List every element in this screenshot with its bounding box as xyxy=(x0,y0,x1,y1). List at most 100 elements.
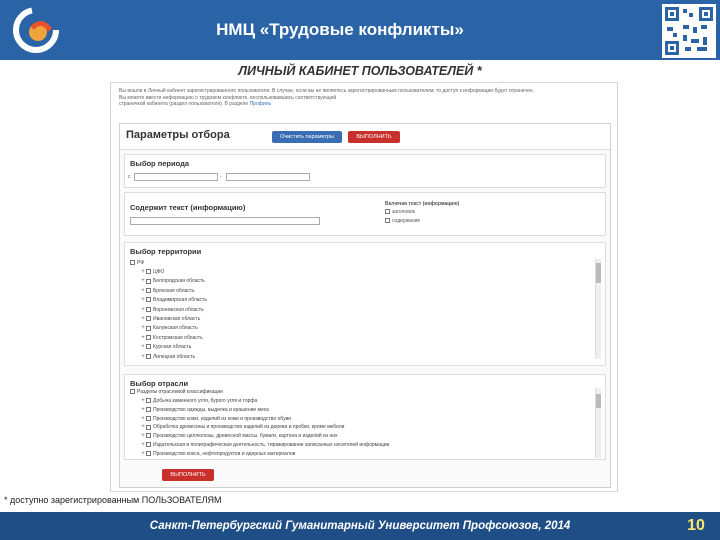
territory-item[interactable]: + Курская область xyxy=(140,343,191,352)
tree-root-label: РФ xyxy=(137,260,145,266)
industry-checkbox[interactable] xyxy=(146,424,151,430)
industry-item[interactable]: + Производство одежды, выделка и крашение… xyxy=(140,406,269,415)
territory-label: ЦФО xyxy=(153,269,165,275)
industry-label: Производство кожи, изделий из кожи и про… xyxy=(153,415,292,422)
industry-checkbox[interactable] xyxy=(146,433,151,439)
industry-item[interactable]: + Издательская и полиграфическая деятельн… xyxy=(140,441,389,450)
industry-checkbox[interactable] xyxy=(146,442,151,448)
industry-item[interactable]: + Производство кожи, изделий из кожи и пр… xyxy=(140,415,291,424)
option-title: заголовок xyxy=(385,209,415,215)
territory-tree: РФ + ЦФО + Белгородская область + Брянская об… xyxy=(130,259,590,363)
tree-root[interactable]: РФ xyxy=(130,259,144,268)
territory-item[interactable]: + Владимирская область xyxy=(140,296,207,305)
text-search-input[interactable] xyxy=(130,217,320,225)
industry-root[interactable]: Разделы отраслевой классификации xyxy=(130,388,223,397)
territory-checkbox[interactable] xyxy=(146,306,151,312)
title-checkbox-label: заголовок xyxy=(392,209,415,215)
period-title: Выбор периода xyxy=(130,159,190,168)
run-button-bottom[interactable]: ВЫПОЛНИТЬ xyxy=(162,469,214,481)
university-logo-icon xyxy=(13,7,59,53)
territory-checkbox[interactable] xyxy=(146,316,151,322)
period-to-input[interactable] xyxy=(226,173,310,181)
territory-label: Ивановская область xyxy=(153,316,201,322)
intro-line-text: страничкой кабинета (раздел пользователя… xyxy=(119,101,249,108)
slide-footer: Санкт-Петербургский Гуманитарный Универс… xyxy=(0,512,720,540)
industry-label: Производство одежды, выделка и крашение … xyxy=(153,406,269,413)
access-note: * доступно зарегистрированным ПОЛЬЗОВАТЕ… xyxy=(4,495,222,505)
industry-title: Выбор отрасли xyxy=(130,379,189,388)
industry-checkbox[interactable] xyxy=(146,398,151,404)
industry-label: Производство кокса, нефтепродуктов и яде… xyxy=(153,450,296,457)
territory-scrollbar[interactable] xyxy=(595,259,601,359)
filter-panel-header: Параметры отбора Очистить параметры ВЫПО… xyxy=(120,124,610,150)
profile-link[interactable]: Профиль xyxy=(250,101,272,107)
include-text-label: Включая текст (информацию) xyxy=(385,201,460,207)
content-checkbox[interactable] xyxy=(385,218,390,224)
title-checkbox[interactable] xyxy=(385,209,390,215)
industry-scrollbar[interactable] xyxy=(595,388,601,458)
period-section: Выбор периода с - xyxy=(124,154,606,188)
territory-item[interactable]: + Липецкая область xyxy=(140,353,195,362)
from-label: с xyxy=(128,174,131,180)
cabinet-title: ЛИЧНЫЙ КАБИНЕТ ПОЛЬЗОВАТЕЛЕЙ * xyxy=(238,64,482,78)
territory-label: Владимирская область xyxy=(153,297,207,304)
filter-panel-title: Параметры отбора xyxy=(126,129,230,141)
territory-checkbox[interactable] xyxy=(146,344,151,350)
territory-item[interactable]: + Ивановская область xyxy=(140,315,200,324)
territory-checkbox[interactable] xyxy=(146,353,151,359)
industry-item[interactable]: + Добыча каменного угля, бурого угля и то… xyxy=(140,397,257,406)
territory-scroll-thumb[interactable] xyxy=(596,263,601,283)
territory-item[interactable]: + Белгородская область xyxy=(140,277,205,286)
run-button[interactable]: ВЫПОЛНИТЬ xyxy=(348,131,400,143)
territory-checkbox[interactable] xyxy=(146,269,151,275)
tree-root-checkbox[interactable] xyxy=(130,260,135,266)
territory-item[interactable]: + Воронежская область xyxy=(140,306,204,315)
industry-tree: Разделы отраслевой классификации + Добыча… xyxy=(130,388,590,460)
territory-title: Выбор территории xyxy=(130,247,202,256)
industry-root-label: Разделы отраслевой классификации xyxy=(137,389,223,395)
territory-item[interactable]: + Брянская область xyxy=(140,287,195,296)
period-from-input[interactable] xyxy=(134,173,218,181)
industry-item[interactable]: + Производство целлюлозы, древесной массы… xyxy=(140,432,338,441)
territory-checkbox[interactable] xyxy=(146,287,151,293)
industry-checkbox[interactable] xyxy=(146,450,151,456)
text-title: Содержит текст (информацию) xyxy=(130,203,246,212)
clear-params-button[interactable]: Очистить параметры xyxy=(272,131,342,143)
territory-item[interactable]: + Костромская область xyxy=(140,334,203,343)
territory-section: Выбор территории РФ + ЦФО + Белгородская об… xyxy=(124,242,606,366)
territory-label: Брянская область xyxy=(153,287,195,294)
industry-checkbox[interactable] xyxy=(146,415,151,421)
territory-label: Липецкая область xyxy=(153,353,196,360)
text-section: Содержит текст (информацию) Включая текс… xyxy=(124,192,606,236)
footer-text: Санкт-Петербургский Гуманитарный Универс… xyxy=(149,520,571,532)
industry-checkbox[interactable] xyxy=(146,406,151,412)
industry-label: Добыча каменного угля, бурого угля и тор… xyxy=(153,398,258,404)
territory-label: Воронежская область xyxy=(153,306,204,313)
territory-label: Калужская область xyxy=(153,325,198,332)
page-number: 10 xyxy=(687,517,705,534)
industry-label: Производство целлюлозы, древесной массы,… xyxy=(153,433,338,440)
qr-code-icon xyxy=(662,4,716,58)
territory-checkbox[interactable] xyxy=(146,297,151,303)
territory-label: Белгородская область xyxy=(153,278,205,285)
option-content: содержание xyxy=(385,218,420,224)
content-checkbox-label: содержание xyxy=(392,218,421,224)
territory-checkbox[interactable] xyxy=(146,334,151,340)
industry-label: Издательская и полиграфическая деятельно… xyxy=(153,442,390,448)
territory-checkbox[interactable] xyxy=(146,325,151,331)
header-title: НМЦ «Трудовые конфликты» xyxy=(216,20,464,39)
industry-item[interactable]: + Производство кокса, нефтепродуктов и яд… xyxy=(140,450,295,459)
industry-item[interactable]: + Обработка древесины и производство изде… xyxy=(140,423,344,432)
territory-item[interactable]: + ЦФО xyxy=(140,268,164,277)
intro-text: Вы вошли в Личный кабинет зарегистрирова… xyxy=(119,88,609,108)
filter-panel: Параметры отбора Очистить параметры ВЫПО… xyxy=(119,123,611,488)
slide-header: НМЦ «Трудовые конфликты» xyxy=(0,0,720,60)
cabinet-screenshot: Вы вошли в Личный кабинет зарегистрирова… xyxy=(110,82,618,492)
industry-section: Выбор отрасли Разделы отраслевой классиф… xyxy=(124,374,606,460)
industry-scroll-thumb[interactable] xyxy=(596,394,601,408)
territory-item[interactable]: + Калужская область xyxy=(140,324,198,333)
territory-label: Костромская область xyxy=(153,334,203,341)
industry-root-checkbox[interactable] xyxy=(130,389,135,395)
industry-label: Обработка древесины и производство издел… xyxy=(153,424,345,431)
territory-checkbox[interactable] xyxy=(146,278,151,284)
